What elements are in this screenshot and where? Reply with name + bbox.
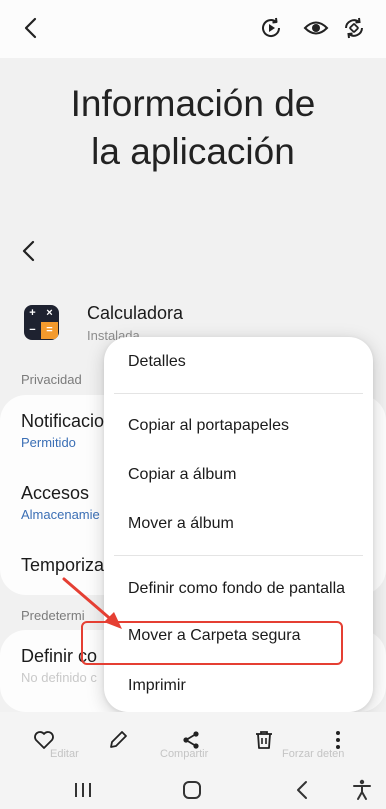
notifications-title[interactable]: Notificacio [21, 411, 104, 432]
menu-item-print[interactable]: Imprimir [128, 677, 186, 695]
accessibility-icon[interactable] [350, 778, 374, 802]
trash-icon[interactable] [252, 728, 276, 752]
back-arrow-icon[interactable] [16, 238, 42, 264]
app-name: Calculadora [87, 303, 184, 323]
bottom-toolbar: Editar Compartir Forzar deten [0, 712, 386, 768]
menu-item-copy-album[interactable]: Copiar a álbum [128, 466, 237, 484]
times-glyph: × [46, 307, 53, 319]
calculator-app-icon: + × − = [24, 305, 59, 340]
menu-item-set-wallpaper[interactable]: Definir como fondo de pantalla [128, 580, 345, 598]
more-vertical-icon[interactable] [326, 728, 350, 752]
plus-glyph: + [29, 307, 36, 319]
rotate-icon[interactable] [341, 15, 367, 41]
nav-back-icon[interactable] [294, 779, 310, 801]
pencil-icon[interactable] [106, 728, 130, 752]
home-icon[interactable] [181, 779, 203, 801]
menu-item-details[interactable]: Detalles [128, 353, 186, 371]
menu-divider [114, 555, 363, 556]
equals-glyph: = [41, 322, 58, 339]
share-icon[interactable] [179, 728, 203, 752]
timer-title[interactable]: Temporiza [21, 555, 104, 576]
notifications-value: Permitido [21, 435, 76, 450]
annotation-arrow-icon [62, 577, 122, 629]
heart-icon[interactable] [32, 728, 56, 752]
access-value: Almacenamie [21, 507, 100, 522]
minus-glyph: − [29, 324, 36, 336]
system-nav-bar [0, 768, 386, 809]
access-title[interactable]: Accesos [21, 483, 89, 504]
eye-icon[interactable] [302, 15, 330, 41]
top-bar [0, 0, 386, 58]
back-arrow-icon[interactable] [18, 15, 44, 41]
section-privacy-label: Privacidad [21, 372, 82, 387]
default-app-value: No definido c [21, 670, 97, 685]
play-rotate-icon[interactable] [258, 15, 284, 41]
recents-icon[interactable] [72, 781, 94, 799]
menu-divider [114, 393, 363, 394]
menu-item-copy-clipboard[interactable]: Copiar al portapapeles [128, 417, 289, 435]
page-title: Información de la aplicación [70, 83, 316, 172]
menu-item-move-album[interactable]: Mover a álbum [128, 515, 234, 533]
